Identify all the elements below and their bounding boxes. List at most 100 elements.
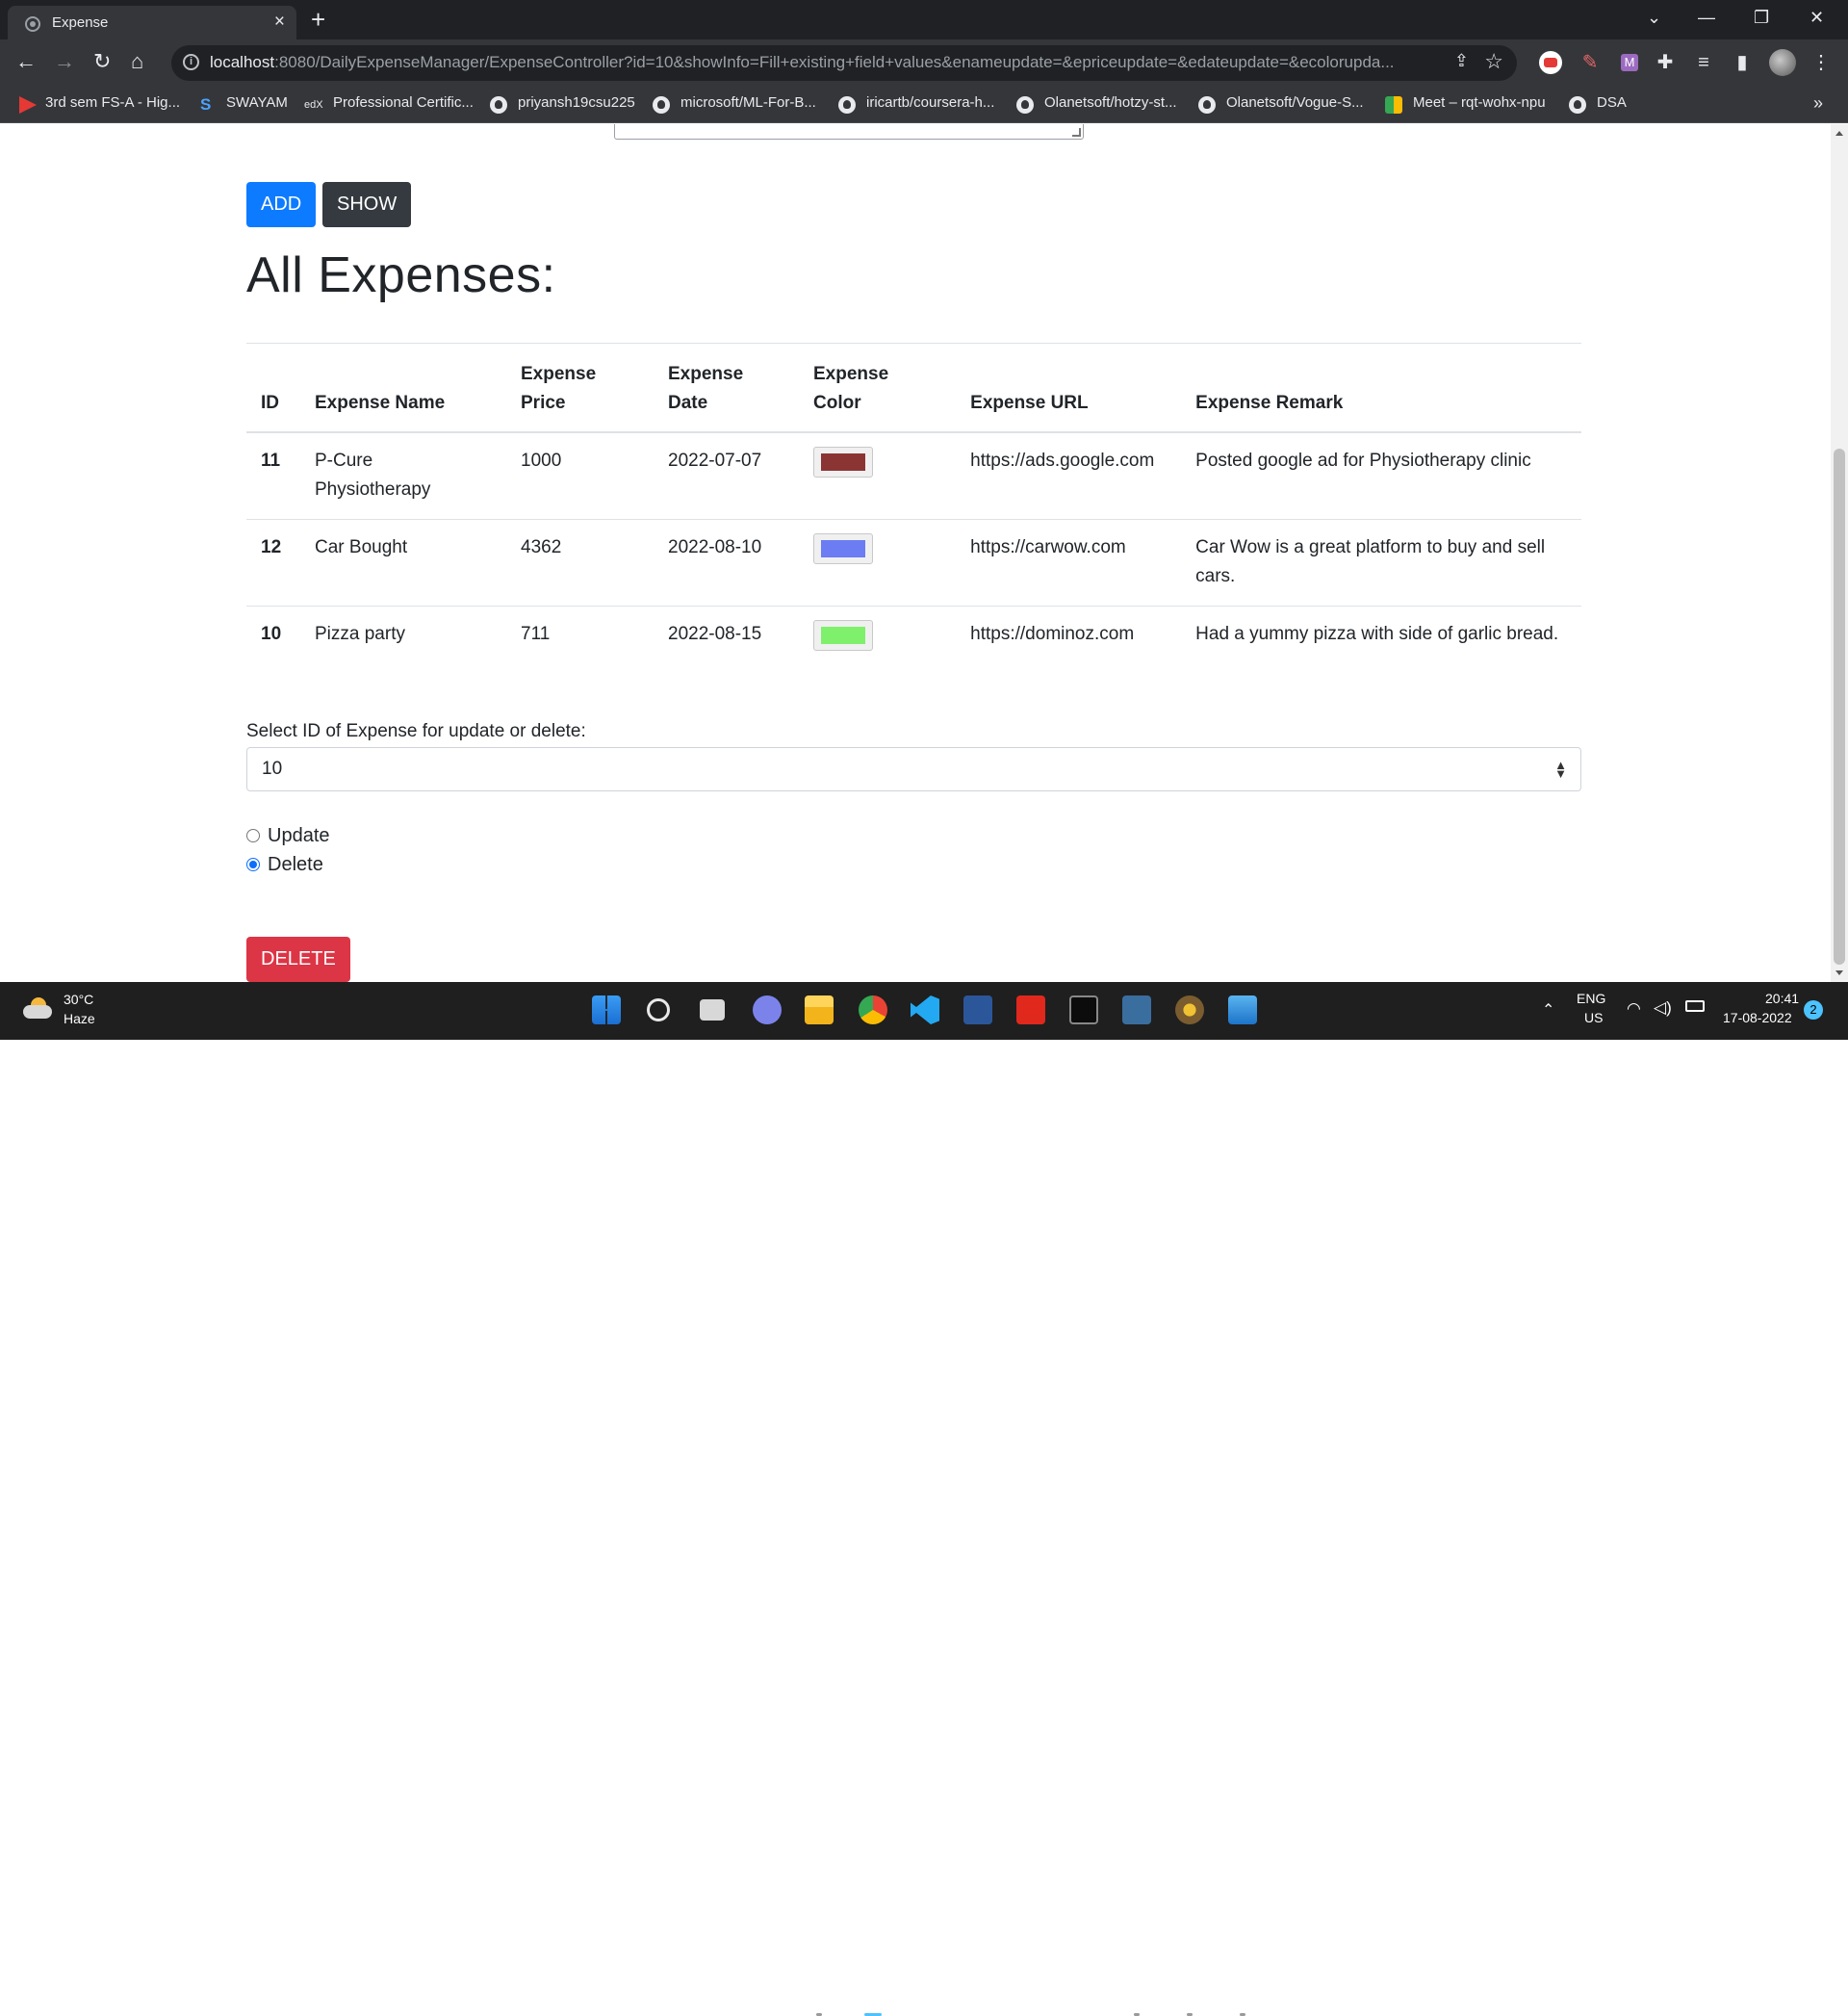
new-tab-button[interactable]: + <box>311 6 325 33</box>
bookmark-item[interactable]: 3rd sem FS-A - Hig... <box>45 94 180 111</box>
color-swatch-fill <box>821 627 865 644</box>
back-button[interactable]: ← <box>15 49 37 74</box>
swayam-icon: S <box>200 95 212 114</box>
resize-grip-icon[interactable] <box>1072 128 1081 137</box>
bookmark-item[interactable]: Olanetsoft/hotzy-st... <box>1044 94 1177 111</box>
color-swatch-fill <box>821 540 865 557</box>
youtube-extension-icon[interactable] <box>1539 51 1562 74</box>
cell-expense-price: 711 <box>521 624 551 644</box>
cell-expense-url: https://carwow.com <box>956 519 1182 607</box>
cell-expense-color <box>799 519 957 607</box>
windows-start-icon[interactable] <box>592 995 621 1024</box>
bookmark-item[interactable]: SWAYAM <box>226 94 288 111</box>
profile-avatar[interactable] <box>1769 49 1796 76</box>
acrobat-icon[interactable] <box>1016 995 1045 1024</box>
home-button[interactable]: ⌂ <box>131 49 143 74</box>
bookmark-item[interactable]: Meet – rqt-wohx-npu <box>1413 94 1546 111</box>
bookmark-item[interactable]: Olanetsoft/Vogue-S... <box>1226 94 1364 111</box>
bookmarks-overflow-icon[interactable]: » <box>1813 93 1823 114</box>
browser-tabstrip: Expense × + ⌄ — ❐ ✕ <box>0 0 1848 39</box>
terminal-icon[interactable] <box>1069 995 1098 1024</box>
cell-expense-color <box>799 432 957 520</box>
extensions-puzzle-icon[interactable]: ✚ <box>1654 51 1677 74</box>
mysql-workbench-icon[interactable] <box>1122 995 1151 1024</box>
restore-button[interactable]: ❐ <box>1754 6 1769 29</box>
bookmark-item[interactable]: microsoft/ML-For-B... <box>680 94 816 111</box>
teams-chat-icon[interactable] <box>753 995 782 1024</box>
minimize-button[interactable]: — <box>1698 6 1715 29</box>
clock-time[interactable]: 20:41 <box>1765 991 1799 1006</box>
notification-badge[interactable]: 2 <box>1804 1000 1823 1020</box>
language-indicator[interactable]: ENG <box>1577 991 1605 1006</box>
page-scrollbar[interactable] <box>1831 124 1848 982</box>
cell-expense-date: 2022-08-10 <box>654 519 799 607</box>
weather-description[interactable]: Haze <box>64 1011 95 1026</box>
radio-update-label[interactable]: Update <box>268 825 330 847</box>
bookmark-item[interactable]: priyansh19csu225 <box>518 94 635 111</box>
cell-expense-price: 1000 <box>506 432 654 520</box>
select-caret-icon: ▲ ▼ <box>1554 758 1567 781</box>
chrome-icon[interactable] <box>859 995 887 1024</box>
tab-close-button[interactable]: × <box>274 12 285 33</box>
photos-icon[interactable] <box>1228 995 1257 1024</box>
share-icon[interactable]: ⇪ <box>1454 51 1469 71</box>
bookmark-item[interactable]: DSA <box>1597 94 1627 111</box>
volume-icon[interactable]: ◁) <box>1654 998 1672 1018</box>
vscode-icon[interactable] <box>911 995 939 1024</box>
cell-expense-url: https://ads.google.com <box>956 432 1182 520</box>
search-icon[interactable] <box>647 998 670 1021</box>
side-panel-icon[interactable]: ▮ <box>1731 51 1754 74</box>
clock-date[interactable]: 17-08-2022 <box>1723 1010 1792 1025</box>
scroll-thumb[interactable] <box>1834 449 1845 965</box>
edx-icon: edX <box>304 99 323 111</box>
radio-delete-label[interactable]: Delete <box>268 854 323 876</box>
address-bar[interactable]: i localhost:8080/DailyExpenseManager/Exp… <box>171 45 1517 81</box>
word-icon[interactable] <box>963 995 992 1024</box>
pen-extension-icon[interactable]: ✎ <box>1578 51 1602 74</box>
reload-button[interactable]: ↻ <box>93 49 111 74</box>
weather-icon[interactable] <box>23 997 52 1021</box>
show-hidden-icons-chevron-icon[interactable]: ⌃ <box>1542 1000 1554 1020</box>
region-indicator[interactable]: US <box>1584 1010 1603 1025</box>
cell-expense-date: 2022-07-07 <box>654 432 799 520</box>
cell-expense-remark: Posted google ad for Physiotherapy clini… <box>1181 432 1581 520</box>
cell-id: 11 <box>246 432 300 520</box>
tab-search-button[interactable]: ⌄ <box>1647 6 1661 29</box>
browser-tab-expense[interactable]: Expense × <box>8 6 296 39</box>
header-expense-name: Expense Name <box>300 343 506 433</box>
close-window-button[interactable]: ✕ <box>1810 6 1824 29</box>
settings-gear-icon[interactable] <box>1175 995 1204 1024</box>
header-id: ID <box>246 343 300 433</box>
scroll-down-arrow-icon[interactable] <box>1835 970 1843 975</box>
show-button[interactable]: SHOW <box>322 182 412 227</box>
bookmark-item[interactable]: iricartb/coursera-h... <box>866 94 994 111</box>
scroll-up-arrow-icon[interactable] <box>1835 131 1843 136</box>
wifi-icon[interactable]: ◠ <box>1627 999 1641 1019</box>
weather-temperature[interactable]: 30°C <box>64 992 93 1007</box>
expense-id-select[interactable]: 10 ▲ ▼ <box>246 747 1581 791</box>
bookmark-star-icon[interactable]: ☆ <box>1484 49 1503 74</box>
forward-button[interactable]: → <box>54 49 75 74</box>
delete-button[interactable]: DELETE <box>246 937 350 982</box>
select-value: 10 <box>262 759 283 779</box>
bookmark-item[interactable]: Professional Certific... <box>333 94 474 111</box>
color-swatch <box>813 533 873 564</box>
color-swatch <box>813 620 873 651</box>
file-explorer-icon[interactable] <box>805 995 834 1024</box>
address-url[interactable]: localhost:8080/DailyExpenseManager/Expen… <box>210 53 1442 72</box>
remark-textarea[interactable] <box>614 124 1084 140</box>
cell-expense-remark: Had a yummy pizza with side of garlic br… <box>1195 624 1559 644</box>
radio-update[interactable] <box>246 829 260 842</box>
github-icon <box>1016 96 1034 114</box>
add-button[interactable]: ADD <box>246 182 317 227</box>
media-queue-icon[interactable]: ≡ <box>1692 51 1715 74</box>
task-view-icon[interactable] <box>700 999 725 1021</box>
cell-expense-date: 2022-08-15 <box>668 624 762 644</box>
m-extension-icon[interactable]: M <box>1621 54 1638 71</box>
info-icon[interactable]: i <box>183 54 199 70</box>
cell-expense-price: 4362 <box>506 519 654 607</box>
radio-delete[interactable] <box>246 858 260 871</box>
browser-toolbar: ← → ↻ ⌂ i localhost:8080/DailyExpenseMan… <box>0 39 1848 87</box>
battery-icon[interactable] <box>1685 1000 1705 1012</box>
menu-kebab-icon[interactable]: ⋮ <box>1810 51 1833 74</box>
